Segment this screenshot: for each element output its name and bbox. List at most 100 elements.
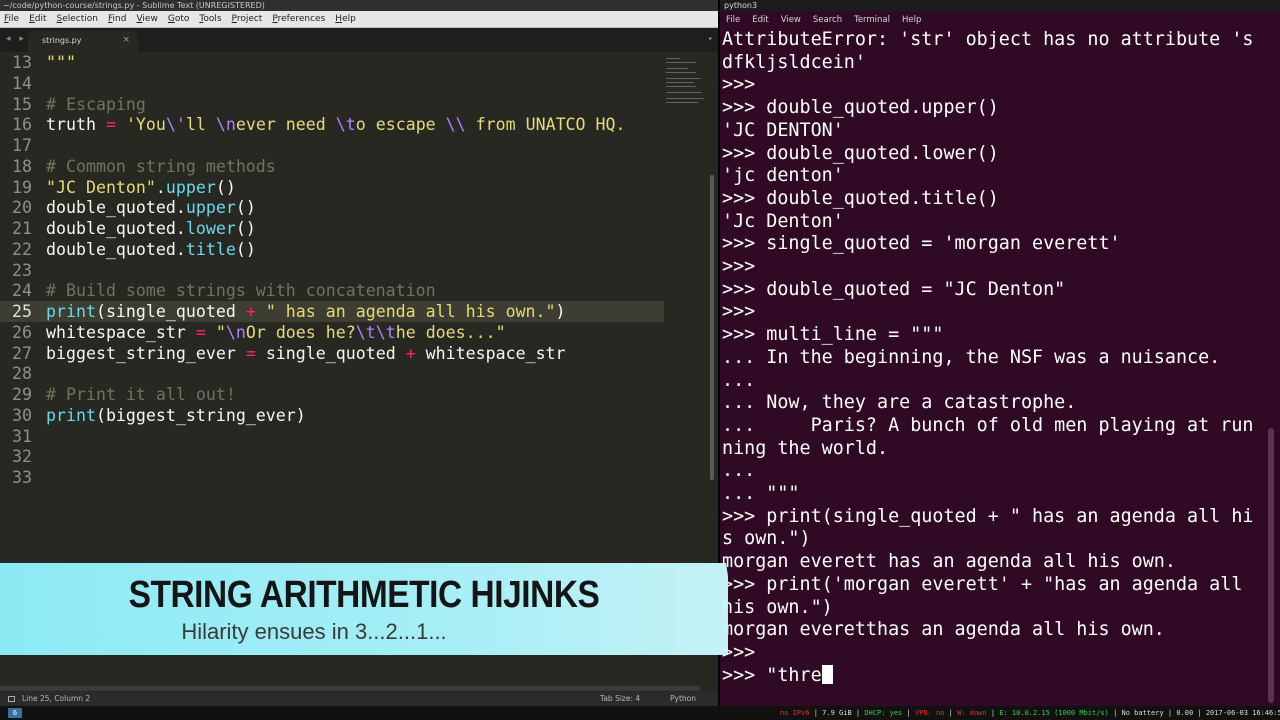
code-token: # Common string methods: [46, 156, 276, 176]
terminal-line: >>>: [722, 256, 756, 277]
tab-close-icon[interactable]: ×: [122, 35, 130, 45]
code-token: \t: [335, 115, 356, 135]
dhcp-status: DHCP: yes: [864, 709, 903, 717]
editor-horizontal-scrollbar[interactable]: [0, 686, 700, 691]
code-token: """: [46, 53, 76, 72]
menu-item-project[interactable]: Project: [232, 14, 263, 24]
terminal-line: >>>: [722, 301, 756, 323]
code-token: (single_quoted: [95, 302, 246, 321]
menu-item-help[interactable]: Help: [335, 14, 356, 24]
code-text: double_quoted.lower(): [46, 218, 256, 239]
tab-nav-arrows[interactable]: ◂ ▸: [6, 34, 27, 44]
tab-strings-py[interactable]: strings.py ×: [28, 31, 138, 52]
menu-item-goto[interactable]: Goto: [168, 14, 190, 24]
editor-scrollbar[interactable]: [710, 175, 714, 480]
code-text: biggest_string_ever = single_quoted + wh…: [46, 343, 566, 364]
code-line[interactable]: 33: [0, 467, 664, 488]
line-number: 29: [12, 385, 32, 404]
code-line[interactable]: 29 # Print it all out!: [0, 384, 664, 405]
line-number: 18: [12, 156, 32, 176]
terminal-line: >>> print('morgan everett' + "has an age…: [722, 573, 1243, 595]
code-line[interactable]: 19 "JC Denton".upper(): [0, 177, 664, 198]
minimap-line: [666, 72, 696, 73]
menu-item-selection[interactable]: Selection: [57, 14, 98, 24]
banner-subtitle: Hilarity ensues in 3...2...1...: [181, 619, 447, 644]
code-line[interactable]: 21 double_quoted.lower(): [0, 218, 664, 239]
code-token: whitespace_str: [415, 343, 566, 363]
code-line[interactable]: 14: [0, 73, 664, 94]
code-line[interactable]: 22 double_quoted.title(): [0, 239, 664, 260]
ipv6-status: no IPv6: [780, 709, 810, 717]
code-token: (biggest_string_ever): [95, 405, 306, 425]
terminal-line: >>> print(single_quoted + " has an agend…: [722, 505, 1254, 527]
tab-dropdown-icon[interactable]: ▾: [708, 35, 712, 43]
wifi-status: W: down: [957, 709, 987, 717]
code-text: "JC Denton".upper(): [46, 177, 236, 198]
code-token: from UNATCO HQ.: [465, 115, 626, 135]
memory-status: 7.9 GiB: [822, 709, 852, 717]
menu-item-edit[interactable]: Edit: [29, 14, 46, 24]
code-line[interactable]: 16 truth = 'You\'ll \never need \to escap…: [0, 114, 664, 135]
code-line[interactable]: 26 whitespace_str = "\nOr does he?\t\the …: [0, 322, 664, 343]
terminal-scrollbar[interactable]: [1268, 428, 1274, 703]
code-line[interactable]: 13 """: [0, 52, 664, 73]
menu-item-view[interactable]: View: [136, 14, 157, 24]
code-line[interactable]: 15 # Escaping: [0, 94, 664, 115]
menu-item-find[interactable]: Find: [108, 14, 126, 24]
terminal-menu-terminal[interactable]: Terminal: [854, 15, 890, 25]
terminal-line: dfkljsldcein': [722, 51, 866, 73]
code-token: (): [235, 219, 256, 238]
code-token: double_quoted.: [46, 198, 186, 218]
syntax-selector[interactable]: Python: [670, 692, 696, 706]
terminal-input-line[interactable]: >>> "thre: [722, 664, 1266, 687]
line-number: 28: [12, 364, 32, 384]
code-token: # Build some strings with concatenation: [46, 281, 436, 301]
line-number: 25: [12, 302, 32, 321]
line-number: 16: [12, 115, 32, 135]
code-line[interactable]: 30 print(biggest_string_ever): [0, 405, 664, 426]
code-token: .: [155, 177, 166, 197]
code-line[interactable]: 25 print(single_quoted + " has an agenda …: [0, 301, 664, 322]
code-line[interactable]: 31: [0, 426, 664, 447]
system-status-text: no IPv6 | 7.9 GiB | DHCP: yes | VPN: no …: [780, 706, 1280, 720]
tab-size[interactable]: Tab Size: 4: [600, 692, 640, 706]
minimap-line: [666, 86, 696, 87]
code-token: title: [185, 239, 236, 259]
minimap-line: [666, 78, 700, 79]
code-token: 'You: [125, 115, 166, 135]
menu-item-tools[interactable]: Tools: [199, 14, 221, 24]
minimap-line: [666, 62, 696, 63]
line-number: 13: [12, 53, 32, 72]
code-text: double_quoted.title(): [46, 239, 256, 260]
code-line[interactable]: 32: [0, 446, 664, 467]
terminal-menu-help[interactable]: Help: [902, 15, 921, 25]
terminal-menu-view[interactable]: View: [781, 15, 801, 25]
code-line[interactable]: 24 # Build some strings with concatenatio…: [0, 280, 664, 301]
terminal-menu-edit[interactable]: Edit: [752, 15, 768, 25]
line-number: 33: [12, 468, 32, 487]
code-token: "JC Denton": [46, 177, 156, 197]
menu-item-file[interactable]: File: [4, 14, 19, 24]
code-text: whitespace_str = "\nOr does he?\t\the do…: [46, 322, 506, 343]
terminal-menu-file[interactable]: File: [726, 15, 740, 25]
code-line[interactable]: 20 double_quoted.upper(): [0, 197, 664, 218]
terminal-menu-search[interactable]: Search: [813, 15, 842, 25]
panel-toggle-icon[interactable]: [8, 696, 15, 702]
code-token: double_quoted.: [46, 219, 186, 238]
line-number: 19: [12, 177, 32, 197]
line-number: 31: [12, 426, 32, 446]
code-token: double_quoted.: [46, 239, 186, 259]
code-line[interactable]: 17: [0, 135, 664, 156]
minimap-line: [666, 92, 702, 93]
terminal-line: ... Paris? A bunch of old men playing at…: [722, 414, 1254, 436]
code-token: \n: [215, 115, 236, 135]
code-line[interactable]: 28: [0, 363, 664, 384]
vpn-status: VPN: no: [914, 709, 945, 717]
code-line[interactable]: 18 # Common string methods: [0, 156, 664, 177]
code-line[interactable]: 27 biggest_string_ever = single_quoted + …: [0, 343, 664, 364]
code-line[interactable]: 23: [0, 260, 664, 281]
menu-item-preferences[interactable]: Preferences: [272, 14, 325, 24]
minimap-line: [666, 102, 698, 103]
code-token: truth: [46, 115, 96, 135]
workspace-indicator[interactable]: 6: [8, 708, 22, 718]
